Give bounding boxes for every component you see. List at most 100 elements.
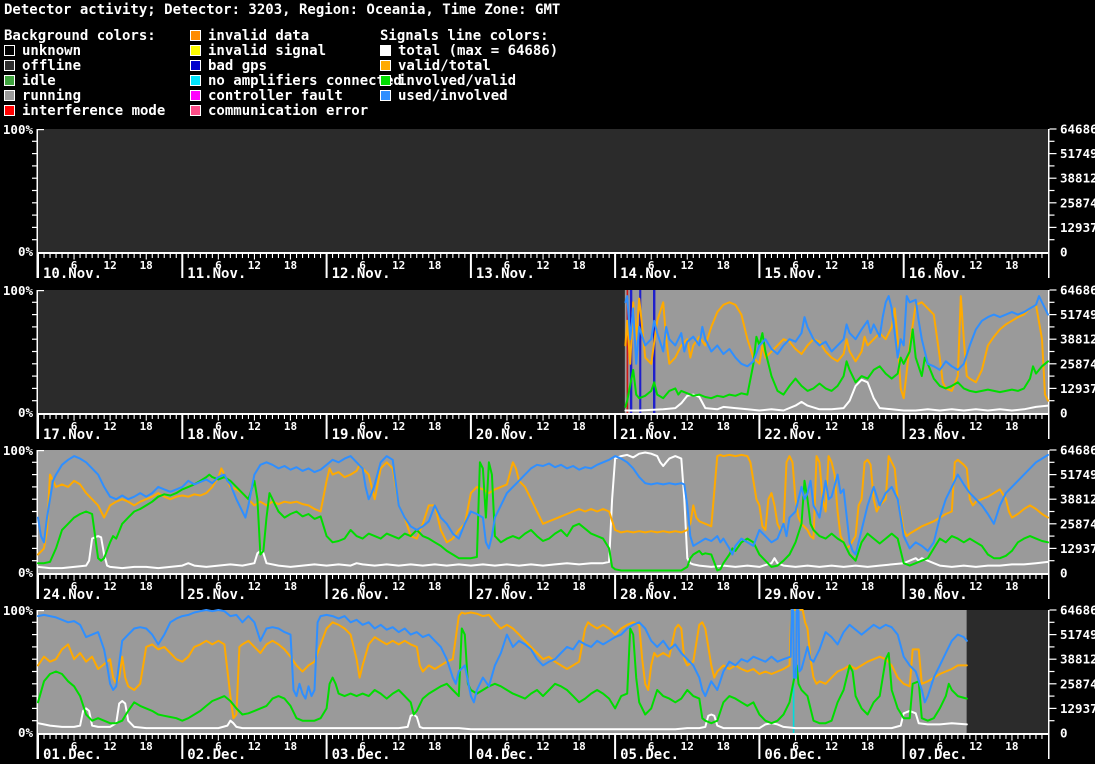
hour-tick bbox=[765, 254, 766, 258]
hour-tick bbox=[951, 415, 952, 419]
hour-tick bbox=[284, 735, 285, 739]
hour-label: 12 bbox=[103, 740, 116, 753]
right-axis-label: 0 bbox=[1060, 566, 1068, 581]
right-tick bbox=[1050, 486, 1055, 487]
hour-tick bbox=[422, 415, 423, 419]
hour-tick bbox=[717, 735, 718, 739]
hour-tick bbox=[500, 735, 501, 739]
hour-tick bbox=[849, 254, 850, 258]
day-tick bbox=[758, 573, 760, 599]
hour-tick bbox=[843, 735, 844, 739]
hour-tick bbox=[530, 575, 531, 579]
hour-tick bbox=[1029, 575, 1030, 579]
hour-tick bbox=[134, 735, 135, 739]
hour-label: 18 bbox=[572, 259, 585, 272]
hour-tick bbox=[819, 575, 820, 579]
hour-tick bbox=[927, 575, 928, 579]
hour-label: 18 bbox=[861, 259, 874, 272]
hour-label: 18 bbox=[861, 740, 874, 753]
left-tick bbox=[32, 486, 37, 487]
hour-tick bbox=[200, 254, 201, 258]
hour-tick bbox=[807, 254, 808, 258]
hour-tick bbox=[951, 575, 952, 579]
hour-tick bbox=[933, 254, 934, 258]
day-tick bbox=[470, 413, 472, 439]
hour-tick bbox=[164, 254, 165, 258]
left-tick bbox=[32, 646, 37, 647]
right-tick bbox=[1050, 388, 1057, 389]
hour-tick bbox=[945, 415, 946, 419]
hour-tick bbox=[350, 735, 351, 739]
hour-tick bbox=[524, 575, 525, 579]
hour-tick bbox=[963, 575, 964, 579]
hour-tick bbox=[555, 254, 556, 258]
hour-tick bbox=[278, 735, 279, 739]
hour-tick bbox=[482, 575, 483, 579]
hour-tick bbox=[50, 415, 51, 419]
hour-tick bbox=[200, 575, 201, 579]
hour-tick bbox=[416, 575, 417, 579]
hour-label: 12 bbox=[248, 580, 261, 593]
hour-tick bbox=[152, 735, 153, 739]
hour-label: 12 bbox=[103, 580, 116, 593]
hour-tick bbox=[248, 415, 249, 419]
hour-tick bbox=[488, 575, 489, 579]
right-tick bbox=[1050, 671, 1055, 672]
left-tick bbox=[32, 141, 37, 142]
day-tick bbox=[903, 733, 905, 759]
hour-tick bbox=[933, 415, 934, 419]
day-tick bbox=[181, 733, 183, 759]
day-label: 13.Nov. bbox=[476, 266, 535, 282]
hour-tick bbox=[981, 254, 982, 258]
hour-tick bbox=[296, 254, 297, 258]
hour-tick bbox=[669, 415, 670, 419]
hour-tick bbox=[705, 575, 706, 579]
hour-tick bbox=[272, 735, 273, 739]
hour-tick bbox=[675, 575, 676, 579]
right-tick bbox=[1050, 190, 1055, 191]
day-label: 06.Dec. bbox=[764, 747, 823, 763]
hour-tick bbox=[609, 575, 610, 579]
hour-tick bbox=[741, 254, 742, 258]
hour-tick bbox=[771, 415, 772, 419]
hour-tick bbox=[999, 415, 1000, 419]
hour-label: 12 bbox=[536, 420, 549, 433]
hour-tick bbox=[98, 735, 99, 739]
hour-tick bbox=[338, 415, 339, 419]
hour-tick bbox=[927, 254, 928, 258]
hour-tick bbox=[176, 575, 177, 579]
hour-label: 12 bbox=[825, 740, 838, 753]
hour-label: 18 bbox=[1005, 740, 1018, 753]
day-label: 12.Nov. bbox=[332, 266, 391, 282]
hour-tick bbox=[597, 415, 598, 419]
left-tick bbox=[32, 634, 37, 635]
left-tick bbox=[32, 165, 37, 166]
hour-label: 18 bbox=[717, 420, 730, 433]
hour-tick bbox=[122, 575, 123, 579]
hour-label: 18 bbox=[284, 580, 297, 593]
left-tick bbox=[32, 351, 37, 352]
hour-tick bbox=[801, 575, 802, 579]
hour-tick bbox=[524, 254, 525, 258]
hour-tick bbox=[729, 575, 730, 579]
hour-tick bbox=[819, 254, 820, 258]
hour-tick bbox=[494, 254, 495, 258]
hour-tick bbox=[591, 415, 592, 419]
left-tick bbox=[32, 190, 37, 191]
hour-tick bbox=[212, 254, 213, 258]
hour-tick bbox=[224, 415, 225, 419]
right-axis-label: 51749 bbox=[1060, 146, 1095, 161]
hour-tick bbox=[530, 254, 531, 258]
right-axis-label: 12937 bbox=[1060, 541, 1095, 556]
hour-tick bbox=[591, 575, 592, 579]
right-tick bbox=[1050, 326, 1055, 327]
hour-tick bbox=[825, 254, 826, 258]
hour-label: 18 bbox=[717, 259, 730, 272]
hour-tick bbox=[657, 254, 658, 258]
hour-tick bbox=[104, 254, 105, 258]
hour-tick bbox=[921, 735, 922, 739]
hour-tick bbox=[1017, 415, 1018, 419]
hour-tick bbox=[969, 735, 970, 739]
hour-tick bbox=[68, 575, 69, 579]
left-tick bbox=[32, 474, 37, 475]
